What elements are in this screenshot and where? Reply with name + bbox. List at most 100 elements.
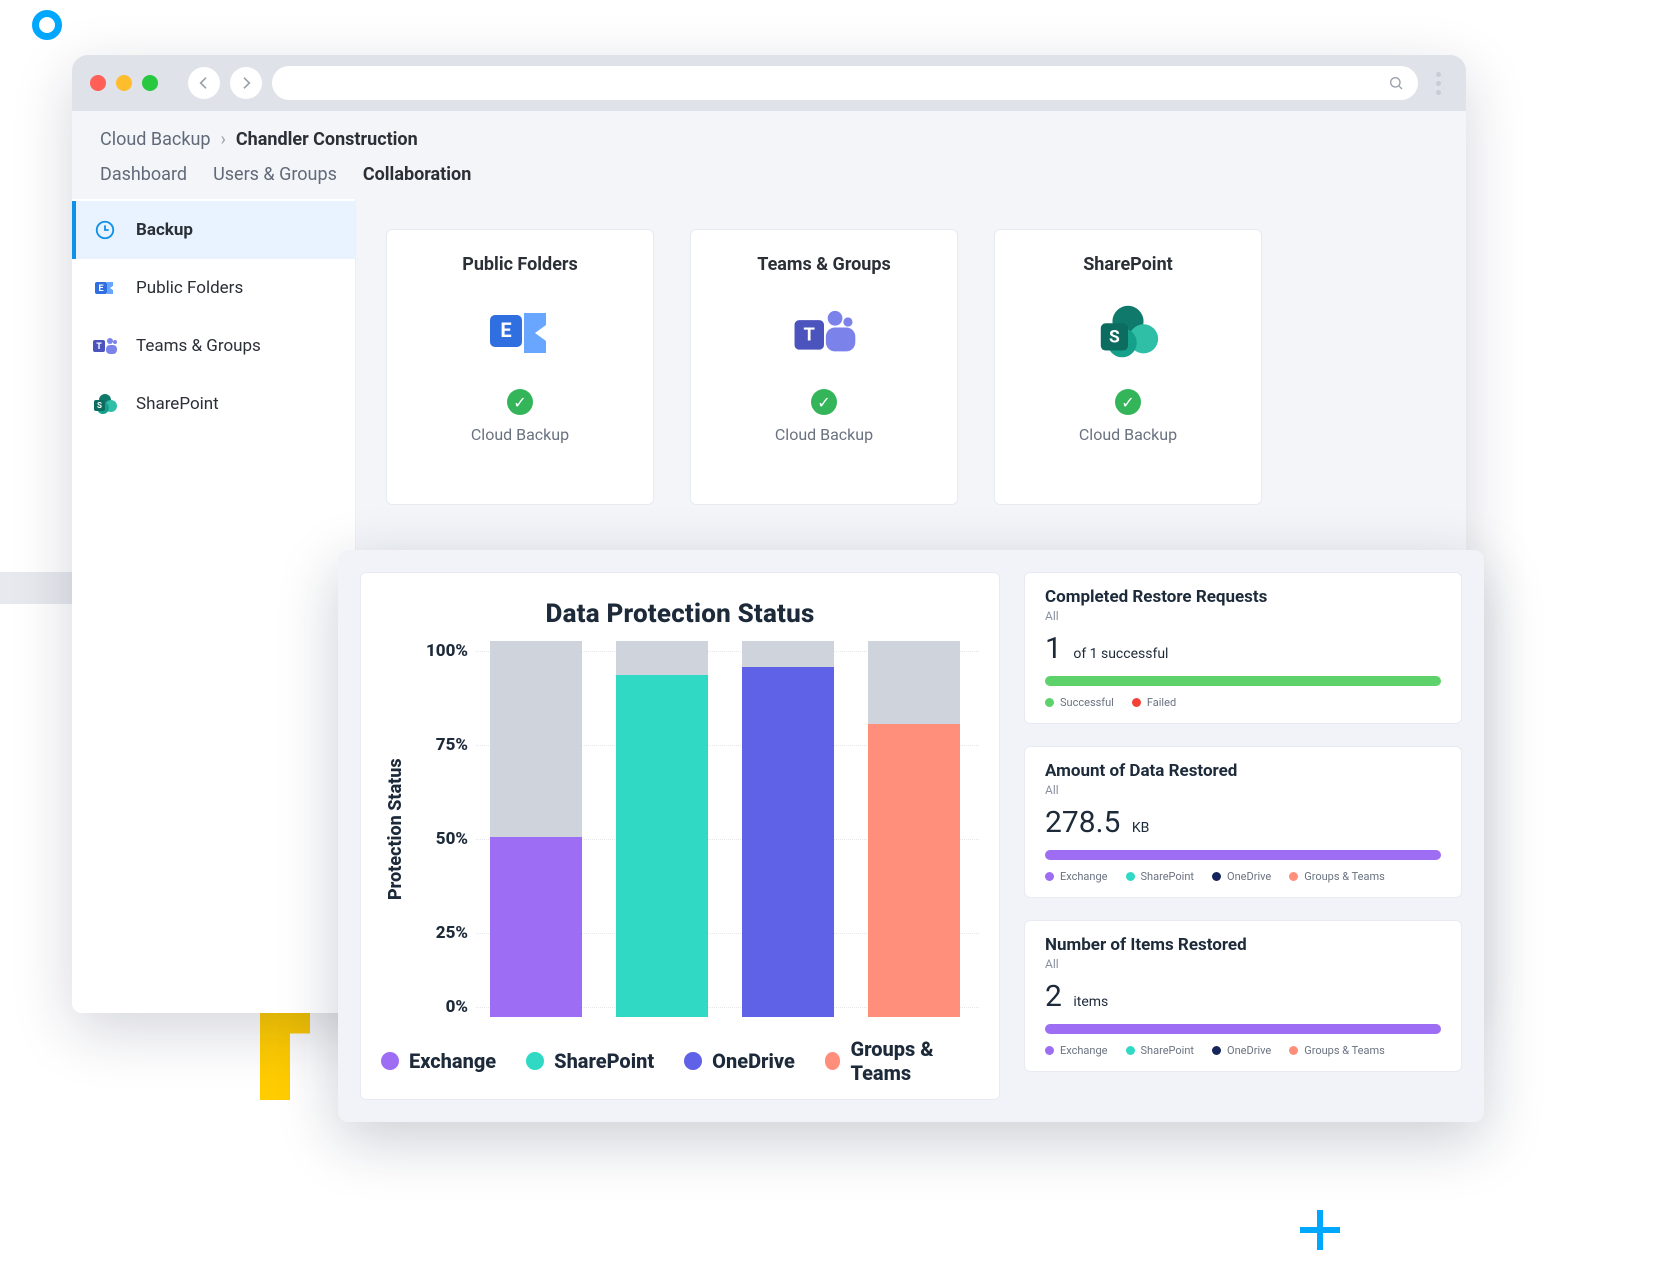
sidebar-item-public-folders[interactable]: E Public Folders bbox=[72, 259, 355, 317]
legend-item: Groups & Teams bbox=[1289, 870, 1385, 883]
stat-legend: Successful Failed bbox=[1045, 696, 1441, 709]
sidebar-item-label: Backup bbox=[136, 220, 193, 240]
stat-suffix: of 1 successful bbox=[1073, 646, 1168, 662]
sharepoint-icon: S bbox=[92, 391, 118, 417]
close-window-button[interactable] bbox=[90, 75, 106, 91]
chart-card: Data Protection Status Protection Status… bbox=[360, 572, 1000, 1100]
legend-item: OneDrive bbox=[1212, 870, 1271, 883]
status-ok-icon: ✓ bbox=[507, 389, 533, 415]
tab-users-groups[interactable]: Users & Groups bbox=[213, 164, 337, 195]
exchange-icon: E bbox=[92, 275, 118, 301]
progress-bar bbox=[1045, 1024, 1441, 1034]
service-card-status: Cloud Backup bbox=[471, 425, 569, 444]
sidebar: Backup E Public Folders T Teams & Groups bbox=[72, 199, 356, 1013]
progress-bar bbox=[1045, 850, 1441, 860]
exchange-icon: E bbox=[485, 303, 555, 363]
minimize-window-button[interactable] bbox=[116, 75, 132, 91]
chart-tick: 50% bbox=[416, 829, 476, 849]
tab-dashboard[interactable]: Dashboard bbox=[100, 164, 187, 195]
legend-item-onedrive: OneDrive bbox=[684, 1037, 795, 1085]
service-card-sharepoint[interactable]: SharePoint S ✓ Cloud Backup bbox=[994, 229, 1262, 505]
svg-text:S: S bbox=[1109, 328, 1120, 348]
breadcrumb-root[interactable]: Cloud Backup bbox=[100, 129, 210, 150]
legend-item-exchange: Exchange bbox=[381, 1037, 496, 1085]
chart-tick: 0% bbox=[416, 997, 476, 1017]
maximize-window-button[interactable] bbox=[142, 75, 158, 91]
svg-text:E: E bbox=[98, 284, 103, 294]
stat-subtitle: All bbox=[1045, 609, 1441, 623]
tab-collaboration[interactable]: Collaboration bbox=[363, 164, 471, 195]
stat-title: Amount of Data Restored bbox=[1045, 761, 1441, 781]
forward-button[interactable] bbox=[230, 67, 262, 99]
stat-title: Completed Restore Requests bbox=[1045, 587, 1441, 607]
chart-y-axis-label: Protection Status bbox=[381, 641, 410, 1017]
chart-plot-area: 100% 75% 50% 25% 0% bbox=[416, 641, 979, 1017]
sidebar-item-label: Teams & Groups bbox=[136, 336, 261, 356]
svg-text:T: T bbox=[804, 324, 816, 345]
sidebar-item-backup[interactable]: Backup bbox=[72, 201, 355, 259]
legend-item: Successful bbox=[1045, 696, 1114, 709]
chart-legend: Exchange SharePoint OneDrive Groups & Te… bbox=[381, 1017, 979, 1085]
breadcrumb-separator: › bbox=[220, 129, 225, 150]
stat-value: 2 bbox=[1045, 979, 1062, 1014]
sidebar-item-sharepoint[interactable]: S SharePoint bbox=[72, 375, 355, 433]
legend-item: Groups & Teams bbox=[1289, 1044, 1385, 1057]
legend-item-groups-teams: Groups & Teams bbox=[825, 1037, 979, 1085]
tab-bar: Dashboard Users & Groups Collaboration bbox=[72, 150, 1466, 195]
sidebar-item-label: Public Folders bbox=[136, 278, 243, 298]
service-card-public-folders[interactable]: Public Folders E ✓ Cloud Backup bbox=[386, 229, 654, 505]
service-card-title: Teams & Groups bbox=[757, 254, 891, 275]
stat-card-restore-requests: Completed Restore Requests All 1 of 1 su… bbox=[1024, 572, 1462, 724]
decorative-shape bbox=[260, 1005, 310, 1100]
backup-icon bbox=[92, 217, 118, 243]
stat-value: 278.5 bbox=[1045, 805, 1120, 840]
service-card-teams-groups[interactable]: Teams & Groups T ✓ Cloud Backup bbox=[690, 229, 958, 505]
stat-title: Number of Items Restored bbox=[1045, 935, 1441, 955]
progress-bar bbox=[1045, 676, 1441, 686]
more-menu-button[interactable] bbox=[1428, 72, 1448, 95]
decorative-ring bbox=[32, 10, 62, 40]
sidebar-item-label: SharePoint bbox=[136, 394, 219, 414]
stat-suffix: KB bbox=[1132, 820, 1150, 836]
stat-card-data-restored: Amount of Data Restored All 278.5 KB Exc… bbox=[1024, 746, 1462, 898]
breadcrumb: Cloud Backup › Chandler Construction bbox=[72, 129, 1466, 150]
breadcrumb-current: Chandler Construction bbox=[236, 129, 418, 150]
teams-icon: T bbox=[92, 333, 118, 359]
legend-item: Exchange bbox=[1045, 870, 1108, 883]
teams-icon: T bbox=[789, 303, 859, 363]
legend-item-sharepoint: SharePoint bbox=[526, 1037, 654, 1085]
stat-subtitle: All bbox=[1045, 783, 1441, 797]
chart-title: Data Protection Status bbox=[381, 599, 979, 629]
window-controls bbox=[90, 75, 158, 91]
sidebar-item-teams-groups[interactable]: T Teams & Groups bbox=[72, 317, 355, 375]
stat-legend: Exchange SharePoint OneDrive Groups & Teams bbox=[1045, 1044, 1441, 1057]
address-bar[interactable] bbox=[272, 66, 1418, 100]
stat-legend: Exchange SharePoint OneDrive Groups & Teams bbox=[1045, 870, 1441, 883]
legend-item: OneDrive bbox=[1212, 1044, 1271, 1057]
legend-item: Exchange bbox=[1045, 1044, 1108, 1057]
browser-chrome bbox=[72, 55, 1466, 111]
chart-tick: 75% bbox=[416, 735, 476, 755]
service-card-title: SharePoint bbox=[1083, 254, 1173, 275]
service-card-status: Cloud Backup bbox=[1079, 425, 1177, 444]
status-ok-icon: ✓ bbox=[811, 389, 837, 415]
legend-item: Failed bbox=[1132, 696, 1176, 709]
chart-tick: 25% bbox=[416, 923, 476, 943]
service-card-status: Cloud Backup bbox=[775, 425, 873, 444]
legend-item: SharePoint bbox=[1126, 1044, 1195, 1057]
svg-text:S: S bbox=[97, 401, 102, 410]
stat-suffix: items bbox=[1073, 994, 1108, 1010]
stat-subtitle: All bbox=[1045, 957, 1441, 971]
chart-bar bbox=[616, 641, 708, 1017]
chart-bar bbox=[742, 641, 834, 1017]
chart-tick: 100% bbox=[416, 641, 476, 661]
legend-item: SharePoint bbox=[1126, 870, 1195, 883]
search-icon bbox=[1388, 75, 1404, 91]
dashboard-overlay: Data Protection Status Protection Status… bbox=[338, 550, 1484, 1122]
decorative-plus bbox=[1300, 1210, 1340, 1250]
status-ok-icon: ✓ bbox=[1115, 389, 1141, 415]
svg-text:E: E bbox=[500, 318, 511, 342]
chart-bar bbox=[868, 641, 960, 1017]
back-button[interactable] bbox=[188, 67, 220, 99]
sharepoint-icon: S bbox=[1093, 303, 1163, 363]
